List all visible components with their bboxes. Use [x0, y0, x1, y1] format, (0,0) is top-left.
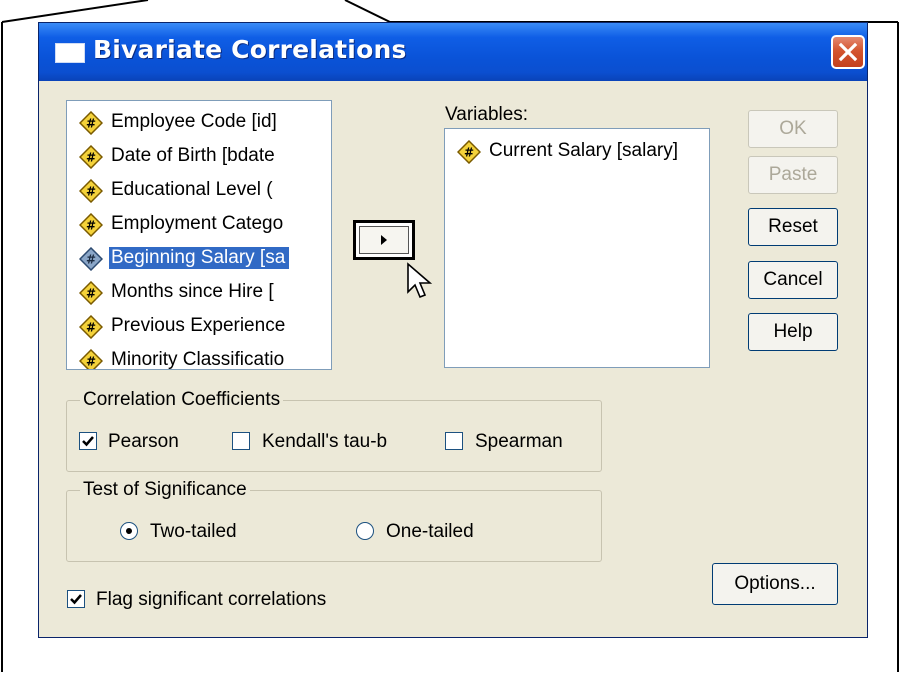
list-item-label: Employment Catego [111, 213, 284, 234]
scale-variable-icon: # [79, 145, 103, 169]
scale-variable-icon: # [79, 349, 103, 369]
source-variable-list[interactable]: # Employee Code [id] # Date of Birth [bd… [66, 100, 332, 370]
close-button[interactable] [831, 35, 865, 69]
paste-button[interactable]: Paste [748, 156, 838, 194]
radio-selected-dot [126, 528, 132, 534]
test-of-significance-legend: Test of Significance [80, 479, 250, 501]
spearman-label: Spearman [475, 431, 563, 452]
svg-text:#: # [86, 287, 96, 301]
close-icon [838, 42, 858, 62]
scale-variable-icon: # [79, 179, 103, 203]
variables-list[interactable]: # Current Salary [salary] [444, 128, 710, 368]
title-bar[interactable]: Bivariate Correlations [39, 23, 867, 81]
svg-text:#: # [86, 117, 96, 131]
list-item[interactable]: # Previous Experience [73, 310, 325, 344]
svg-text:#: # [86, 321, 96, 335]
reset-button[interactable]: Reset [748, 208, 838, 246]
window-icon [55, 43, 85, 63]
flag-significant-label: Flag significant correlations [96, 589, 327, 610]
svg-text:#: # [86, 355, 96, 369]
scale-variable-icon: # [79, 111, 103, 135]
list-item-label: Employee Code [id] [111, 111, 277, 132]
two-tailed-label: Two-tailed [150, 521, 237, 542]
one-tailed-label: One-tailed [386, 521, 474, 542]
list-item-label: Current Salary [salary] [489, 140, 679, 161]
svg-text:#: # [86, 219, 96, 233]
kendall-checkbox[interactable] [232, 432, 250, 450]
list-item[interactable]: # Employment Catego [73, 208, 325, 242]
ok-button[interactable]: OK [748, 110, 838, 148]
checkmark-icon [82, 436, 94, 447]
list-item-label: Beginning Salary [sa [109, 247, 290, 269]
list-item[interactable]: # Educational Level ( [73, 174, 325, 208]
list-item[interactable]: # Employee Code [id] [73, 106, 325, 140]
list-item-label: Date of Birth [bdate [111, 145, 275, 166]
svg-text:#: # [86, 185, 96, 199]
list-item[interactable]: # Current Salary [salary] [451, 135, 703, 169]
svg-text:#: # [464, 146, 474, 160]
correlation-coefficients-legend: Correlation Coefficients [80, 389, 284, 411]
scale-variable-icon: # [79, 281, 103, 305]
pearson-checkbox[interactable] [79, 432, 97, 450]
scale-variable-icon: # [79, 315, 103, 339]
pearson-label: Pearson [108, 431, 179, 452]
mouse-cursor-icon [407, 262, 433, 299]
help-button[interactable]: Help [748, 313, 838, 351]
list-item-label: Educational Level ( [111, 179, 273, 200]
cancel-button[interactable]: Cancel [748, 261, 838, 299]
arrow-right-icon [381, 235, 387, 245]
variables-label: Variables: [445, 104, 529, 125]
list-item[interactable]: # Date of Birth [bdate [73, 140, 325, 174]
scale-variable-icon: # [457, 140, 481, 164]
checkmark-icon [70, 594, 82, 605]
scale-variable-icon: # [79, 247, 103, 271]
kendall-label: Kendall's tau-b [262, 431, 388, 452]
two-tailed-radio[interactable] [120, 522, 138, 540]
list-item-label: Months since Hire [ [111, 281, 274, 302]
list-item-selected[interactable]: # Beginning Salary [sa [73, 242, 325, 276]
svg-text:#: # [86, 253, 96, 267]
svg-text:#: # [86, 151, 96, 165]
list-item-label: Minority Classificatio [111, 349, 285, 370]
dialog-title: Bivariate Correlations [93, 35, 407, 64]
options-button[interactable]: Options... [712, 563, 838, 605]
move-to-variables-button[interactable] [353, 220, 415, 260]
one-tailed-radio[interactable] [356, 522, 374, 540]
scale-variable-icon: # [79, 213, 103, 237]
spearman-checkbox[interactable] [445, 432, 463, 450]
flag-significant-checkbox[interactable] [67, 590, 85, 608]
list-item[interactable]: # Minority Classificatio [73, 344, 325, 370]
list-item-label: Previous Experience [111, 315, 286, 336]
list-item[interactable]: # Months since Hire [ [73, 276, 325, 310]
